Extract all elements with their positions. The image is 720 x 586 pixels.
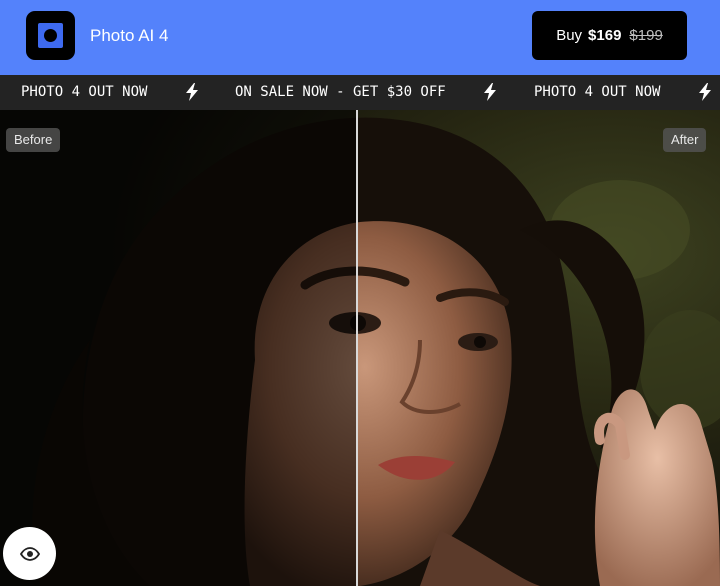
before-after-comparison[interactable]: Before After <box>0 110 720 586</box>
after-label: After <box>663 128 707 152</box>
comparison-slider-handle[interactable] <box>356 110 358 586</box>
eye-icon <box>19 546 40 561</box>
ticker-item: PHOTO 4 OUT NOW <box>21 84 148 100</box>
sale-price: $169 <box>588 27 622 44</box>
ticker-item: PHOTO 4 OUT NOW <box>534 84 661 100</box>
top-header: Photo AI 4 Buy $169 $199 <box>0 0 720 75</box>
toggle-view-button[interactable] <box>3 527 56 580</box>
lightning-bolt-icon <box>484 83 496 101</box>
lightning-bolt-icon <box>186 83 198 101</box>
buy-label: Buy <box>556 27 583 44</box>
app-logo-icon[interactable] <box>26 11 75 60</box>
promo-ticker: PHOTO 4 OUT NOW ON SALE NOW - GET $30 OF… <box>0 75 720 110</box>
app-name[interactable]: Photo AI 4 <box>90 26 168 46</box>
ticker-item: ON SALE NOW - GET $30 OFF <box>235 84 446 100</box>
original-price: $199 <box>629 27 663 44</box>
lightning-bolt-icon <box>699 83 711 101</box>
portrait-photo <box>0 110 720 586</box>
before-label: Before <box>6 128 61 152</box>
buy-button[interactable]: Buy $169 $199 <box>532 11 687 60</box>
